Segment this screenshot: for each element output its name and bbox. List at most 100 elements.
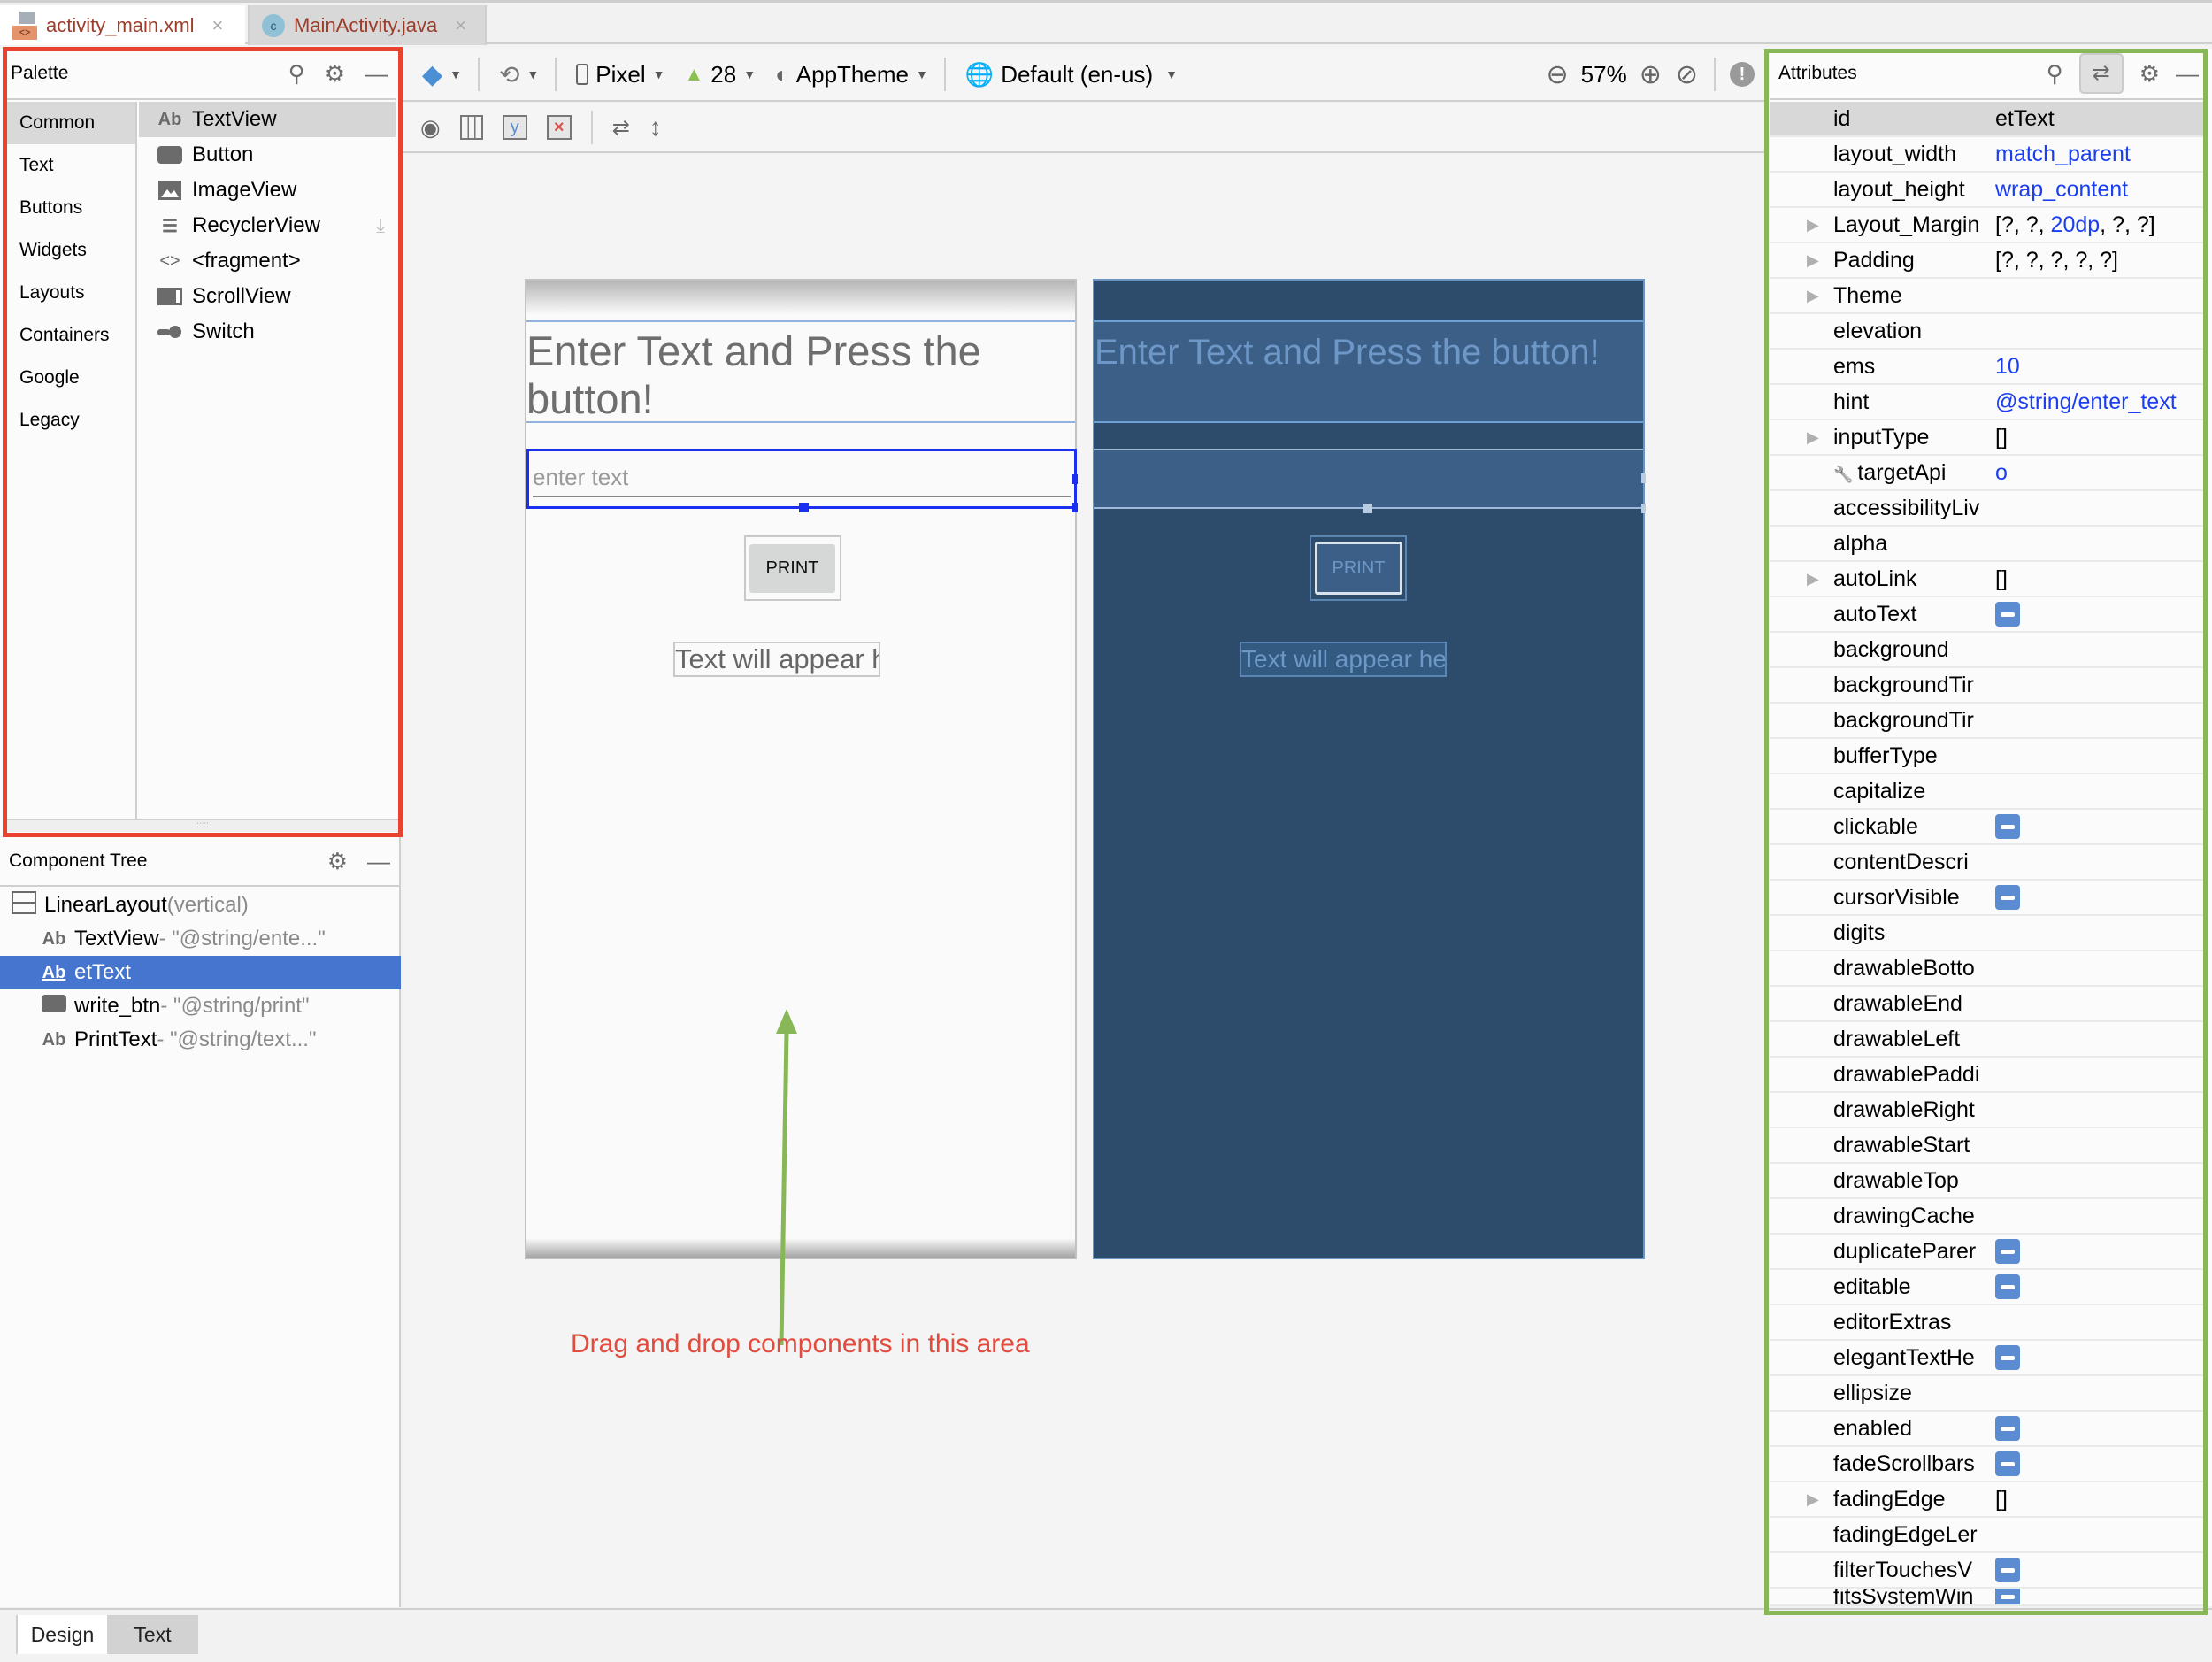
category-text[interactable]: Text: [7, 144, 135, 187]
blueprint-print-button[interactable]: PRINT: [1315, 542, 1402, 595]
attribute-row[interactable]: drawableEnd: [1770, 987, 2203, 1022]
attribute-value[interactable]: etText: [1995, 106, 2055, 132]
attribute-row[interactable]: backgroundTir: [1770, 668, 2203, 704]
attribute-row[interactable]: ▶ autoLink []: [1770, 562, 2203, 597]
attribute-row[interactable]: cursorVisible: [1770, 881, 2203, 916]
tree-row-textview[interactable]: Ab TextView - "@string/ente...": [0, 922, 401, 956]
attribute-row[interactable]: bufferType: [1770, 739, 2203, 774]
attribute-value[interactable]: match_parent: [1995, 142, 2131, 167]
attribute-row[interactable]: digits: [1770, 916, 2203, 951]
attribute-row[interactable]: 🔧 targetApi o: [1770, 456, 2203, 491]
clear-constraints-icon[interactable]: ×: [546, 115, 572, 140]
close-icon[interactable]: ×: [211, 14, 223, 37]
attribute-row[interactable]: drawableTop: [1770, 1164, 2203, 1199]
tristate-checkbox[interactable]: [1995, 1558, 2020, 1582]
zoom-out-icon[interactable]: ⊖: [1547, 59, 1569, 90]
attribute-row[interactable]: id etText: [1770, 102, 2203, 137]
download-icon[interactable]: ⤓: [376, 214, 385, 237]
resize-handle[interactable]: [799, 503, 809, 512]
pack-vertical-icon[interactable]: ↕: [649, 113, 662, 142]
tab-design[interactable]: Design: [16, 1615, 107, 1654]
attribute-row[interactable]: ▶ fadingEdge []: [1770, 1482, 2203, 1518]
expand-arrow-icon[interactable]: ▶: [1807, 570, 1819, 589]
attribute-row[interactable]: contentDescri: [1770, 845, 2203, 881]
tristate-checkbox[interactable]: [1995, 885, 2020, 910]
locale-selector[interactable]: 🌐 Default (en-us) ▼: [965, 61, 1178, 88]
attribute-row[interactable]: capitalize: [1770, 774, 2203, 810]
tree-row-linearlayout[interactable]: LinearLayout (vertical): [0, 889, 401, 922]
gear-icon[interactable]: ⚙: [327, 850, 348, 873]
tree-row-ettext[interactable]: Ab etText: [0, 956, 401, 989]
warning-icon[interactable]: !: [1730, 62, 1755, 87]
blueprint-preview[interactable]: Enter Text and Press the button! PRINT T…: [1093, 279, 1646, 1259]
tristate-checkbox[interactable]: [1995, 1239, 2020, 1264]
attribute-row[interactable]: drawableStart: [1770, 1128, 2203, 1164]
tab-main-activity-java[interactable]: c MainActivity.java ×: [248, 5, 487, 45]
blueprint-edittext[interactable]: [1094, 449, 1646, 513]
palette-item-button[interactable]: Button: [139, 137, 396, 173]
attribute-row[interactable]: drawableBotto: [1770, 951, 2203, 987]
preview-print-button[interactable]: PRINT: [749, 544, 835, 593]
resize-handle[interactable]: [1072, 503, 1078, 512]
orientation-button[interactable]: ⟲ ▼: [499, 60, 539, 89]
attribute-row[interactable]: alpha: [1770, 527, 2203, 562]
attribute-row[interactable]: filterTouchesV: [1770, 1553, 2203, 1589]
category-common[interactable]: Common: [7, 102, 135, 144]
attribute-row[interactable]: fadingEdgeLer: [1770, 1518, 2203, 1553]
attribute-value[interactable]: []: [1995, 425, 2008, 450]
minimize-icon[interactable]: —: [2176, 62, 2199, 85]
minimize-icon[interactable]: —: [365, 62, 388, 85]
attribute-row[interactable]: duplicateParer: [1770, 1235, 2203, 1270]
category-widgets[interactable]: Widgets: [7, 229, 135, 272]
pack-horizontal-icon[interactable]: ⇄: [612, 115, 630, 141]
attribute-row[interactable]: backgroundTir: [1770, 704, 2203, 739]
expand-arrow-icon[interactable]: ▶: [1807, 1490, 1819, 1509]
device-selector[interactable]: Pixel ▼: [576, 61, 664, 88]
tristate-checkbox[interactable]: [1995, 1589, 2020, 1604]
attribute-row[interactable]: background: [1770, 633, 2203, 668]
attribute-row[interactable]: drawablePaddi: [1770, 1058, 2203, 1093]
attribute-row[interactable]: drawableRight: [1770, 1093, 2203, 1128]
attribute-row[interactable]: accessibilityLiv: [1770, 491, 2203, 527]
resize-handle[interactable]: :::::: [7, 819, 398, 832]
attribute-row[interactable]: elegantTextHe: [1770, 1341, 2203, 1376]
preview-title-textview[interactable]: Enter Text and Press the button!: [526, 320, 1075, 423]
attribute-row[interactable]: editorExtras: [1770, 1305, 2203, 1341]
category-google[interactable]: Google: [7, 357, 135, 399]
attribute-row[interactable]: elevation: [1770, 314, 2203, 350]
zoom-fit-icon[interactable]: ⊘: [1676, 59, 1698, 90]
attribute-row[interactable]: ellipsize: [1770, 1376, 2203, 1412]
gear-icon[interactable]: ⚙: [2139, 62, 2160, 85]
preview-edittext[interactable]: enter text: [526, 449, 1078, 512]
tab-text[interactable]: Text: [107, 1615, 198, 1654]
expand-arrow-icon[interactable]: ▶: [1807, 428, 1819, 447]
palette-item-textview[interactable]: Ab TextView: [139, 102, 396, 137]
attribute-row[interactable]: editable: [1770, 1270, 2203, 1305]
tab-activity-main-xml[interactable]: <> activity_main.xml ×: [0, 5, 245, 45]
attribute-value[interactable]: @string/enter_text: [1995, 389, 2177, 415]
palette-item-recyclerview[interactable]: ☰ RecyclerView ⤓: [139, 208, 396, 243]
attribute-row[interactable]: clickable: [1770, 810, 2203, 845]
baseline-icon[interactable]: y: [502, 115, 527, 140]
palette-item-switch[interactable]: Switch: [139, 314, 396, 350]
category-legacy[interactable]: Legacy: [7, 399, 135, 442]
preview-output-textview[interactable]: Text will appear here!: [673, 642, 880, 677]
attribute-row[interactable]: ▶ Layout_Margin [?, ?, 20dp, ?, ?]: [1770, 208, 2203, 243]
attribute-row[interactable]: enabled: [1770, 1412, 2203, 1447]
attribute-value[interactable]: wrap_content: [1995, 177, 2128, 203]
attribute-row[interactable]: layout_width match_parent: [1770, 137, 2203, 173]
tristate-checkbox[interactable]: [1995, 1416, 2020, 1441]
palette-item-imageview[interactable]: ImageView: [139, 173, 396, 208]
attribute-value[interactable]: [?, ?, ?, ?, ?]: [1995, 248, 2118, 273]
tristate-checkbox[interactable]: [1995, 1451, 2020, 1476]
theme-selector[interactable]: ◐ AppTheme ▼: [775, 61, 928, 88]
expand-arrow-icon[interactable]: ▶: [1807, 216, 1819, 235]
attribute-row[interactable]: fadeScrollbars: [1770, 1447, 2203, 1482]
attribute-row[interactable]: hint @string/enter_text: [1770, 385, 2203, 420]
tristate-checkbox[interactable]: [1995, 1345, 2020, 1370]
design-surface-button[interactable]: ◆ ▼: [422, 59, 462, 90]
attribute-value[interactable]: []: [1995, 1487, 2008, 1512]
attribute-value[interactable]: [?, ?, 20dp, ?, ?]: [1995, 212, 2155, 238]
minimize-icon[interactable]: —: [367, 850, 390, 873]
attribute-row[interactable]: ▶ Padding [?, ?, ?, ?, ?]: [1770, 243, 2203, 279]
